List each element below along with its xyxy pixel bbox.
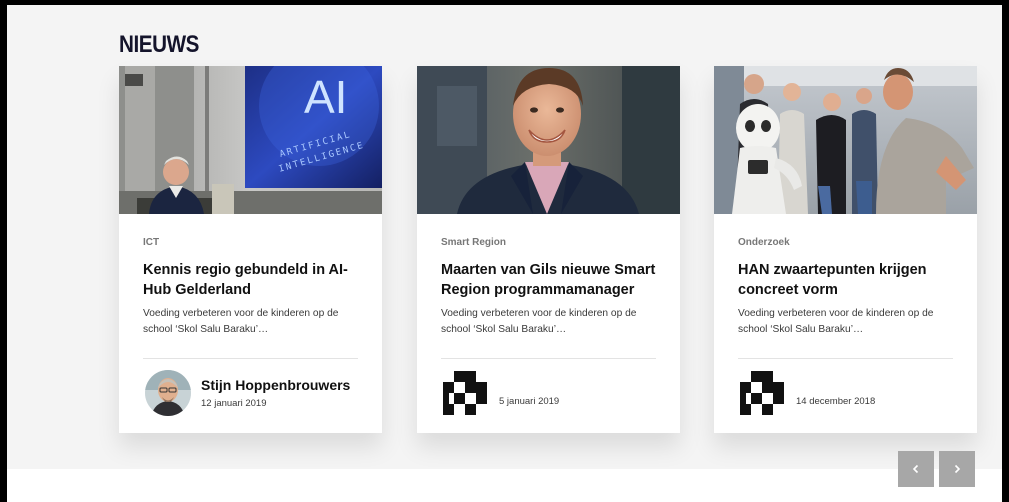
author-row: 14 december 2018 <box>738 369 958 419</box>
news-excerpt: Voeding verbeteren voor de kinderen op d… <box>738 308 934 335</box>
news-image-robot[interactable] <box>714 66 977 214</box>
author-avatar <box>145 370 191 416</box>
news-section: NIEUWS AI ARTIFICIAL INTELLIGENCE ICT Ke… <box>7 5 1002 469</box>
news-image-portrait[interactable] <box>417 66 680 214</box>
news-headline[interactable]: Maarten van Gils nieuwe Smart Region pro… <box>441 260 661 300</box>
news-category: ICT <box>143 237 160 248</box>
author-row: 5 januari 2019 <box>441 369 661 419</box>
news-card[interactable]: Onderzoek HAN zwaartepunten krijgen conc… <box>714 66 977 433</box>
chevron-left-icon <box>912 464 919 474</box>
page: NIEUWS AI ARTIFICIAL INTELLIGENCE ICT Ke… <box>7 5 1002 502</box>
news-card[interactable]: Smart Region Maarten van Gils nieuwe Sma… <box>417 66 680 433</box>
carousel-next-button[interactable] <box>939 451 975 487</box>
divider <box>441 358 656 359</box>
news-image-ai-lecture[interactable]: AI ARTIFICIAL INTELLIGENCE <box>119 66 382 214</box>
author-row: Stijn Hoppenbrouwers 12 januari 2019 <box>143 369 363 419</box>
carousel-prev-button[interactable] <box>898 451 934 487</box>
news-excerpt: Voeding verbeteren voor de kinderen op d… <box>441 308 637 335</box>
news-headline[interactable]: HAN zwaartepunten krijgen concreet vorm <box>738 260 958 300</box>
news-headline[interactable]: Kennis regio gebundeld in AI-Hub Gelderl… <box>143 260 363 300</box>
checker-avatar-icon <box>740 371 784 415</box>
news-card[interactable]: AI ARTIFICIAL INTELLIGENCE ICT Kennis re… <box>119 66 382 433</box>
news-category: Smart Region <box>441 237 507 248</box>
divider <box>738 358 953 359</box>
screen-ai-text: AI <box>304 71 347 123</box>
author-name[interactable]: Stijn Hoppenbrouwers <box>201 377 350 393</box>
news-category: Onderzoek <box>738 237 790 248</box>
checker-avatar-icon <box>443 371 487 415</box>
section-title: NIEUWS <box>119 31 199 58</box>
chevron-right-icon <box>954 464 961 474</box>
publish-date: 12 januari 2019 <box>201 398 267 409</box>
news-excerpt: Voeding verbeteren voor de kinderen op d… <box>143 308 339 335</box>
divider <box>143 358 358 359</box>
publish-date: 14 december 2018 <box>796 396 876 407</box>
publish-date: 5 januari 2019 <box>499 396 560 407</box>
